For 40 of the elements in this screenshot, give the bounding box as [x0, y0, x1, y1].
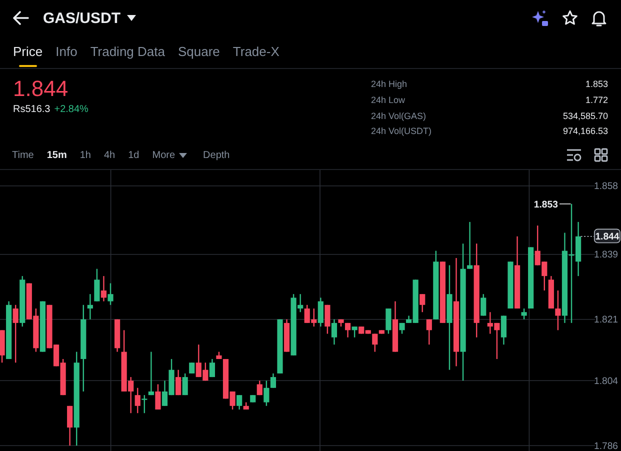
fiat-price: Rs516.3 [13, 104, 50, 115]
last-price: 1.844 [13, 76, 70, 102]
tab[interactable]: Trading Data [90, 44, 165, 67]
stat-value: 1.853 [584, 79, 608, 91]
axis-label: 1.839 [594, 250, 618, 261]
interval-tab[interactable]: 1h [80, 150, 91, 160]
pair-selector[interactable]: GAS/USDT [43, 10, 136, 26]
sparkle-icon[interactable] [531, 10, 549, 26]
caret-icon [126, 15, 136, 21]
axis-label: 1.804 [594, 376, 618, 387]
caret-icon [179, 152, 188, 158]
tab[interactable]: Square [178, 44, 220, 67]
stat-label: 24h Low [371, 94, 406, 107]
chart-settings-icon[interactable] [566, 148, 582, 162]
axis-label: 1.858 [594, 181, 618, 192]
price-change: +2.84% [54, 104, 88, 115]
stat-label: 24h Vol(GAS) [371, 110, 428, 123]
interval-tab[interactable]: 4h [104, 150, 116, 160]
tab[interactable]: Info [56, 44, 78, 67]
tab[interactable]: Price [13, 44, 43, 67]
interval-tab[interactable]: Time [12, 150, 34, 160]
view-tab[interactable]: Depth [203, 150, 230, 160]
stat-value: 974,166.53 [562, 126, 608, 138]
tab[interactable]: Trade-X [232, 44, 280, 67]
back-arrow-icon[interactable] [13, 11, 29, 25]
stat-label: 24h High [371, 79, 408, 91]
interval-tab[interactable]: 15m [46, 150, 67, 160]
high-price-marker: 1.853 [534, 200, 558, 210]
stat-label: 24h Vol(USDT) [371, 126, 433, 138]
grid-icon[interactable] [594, 148, 608, 162]
stat-value: 1.772 [584, 94, 608, 107]
last-price-tag: 1.844 [594, 228, 620, 244]
stat-value: 534,585.70 [562, 110, 608, 122]
interval-dropdown[interactable]: More [152, 150, 188, 160]
axis-label: 1.821 [594, 314, 618, 326]
interval-tab[interactable]: 1d [128, 150, 140, 160]
axis-label: 1.786 [594, 440, 618, 451]
bell-icon[interactable] [591, 10, 607, 26]
leader-line [580, 236, 594, 237]
star-icon[interactable] [562, 10, 578, 26]
